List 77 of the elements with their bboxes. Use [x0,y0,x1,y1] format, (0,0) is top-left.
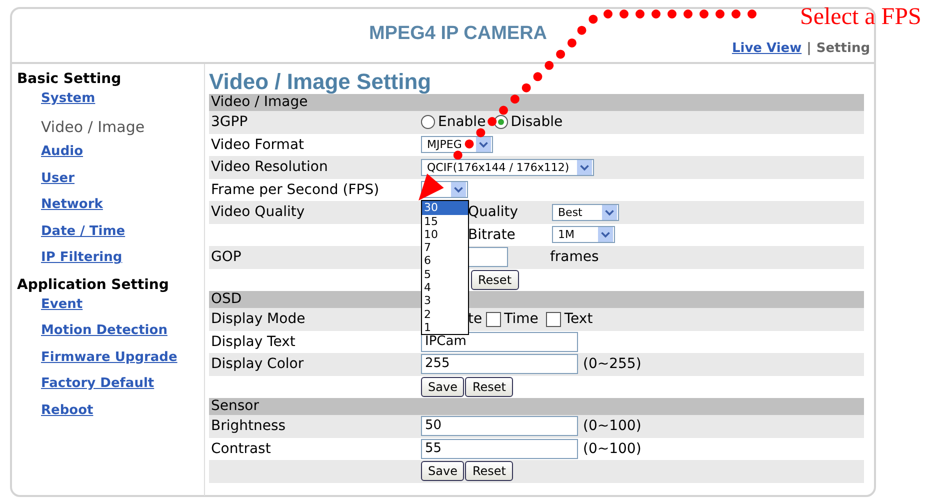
field-label: Display Mode [211,311,306,328]
separator: | [806,41,812,56]
chevron-down-icon [598,227,613,242]
page-title: MPEG4 IP CAMERA [368,22,548,44]
sidebar-link[interactable]: Factory Default [41,376,154,402]
field-label: Video Format [211,136,304,153]
field-label: Video Resolution [211,159,328,176]
dropdown-option[interactable]: 2 [422,308,468,321]
radio-label: Disable [510,114,563,130]
sidebar-link[interactable]: IP Filtering [41,250,122,276]
radio-button[interactable] [421,115,435,130]
unit-label: frames [550,249,599,266]
form-button[interactable]: Save [421,376,464,397]
annotation-text: Select a FPS [800,4,922,31]
range-hint: (0~100) [583,440,642,457]
dropdown-option[interactable]: 6 [422,254,468,268]
field-label: Frame per Second (FPS) [211,182,380,198]
sidebar-link[interactable]: Date / Time [41,224,126,250]
sidebar-heading: Basic Setting [17,71,122,89]
field-label: Bitrate [468,226,516,243]
sidebar-link[interactable]: User [41,170,75,197]
field-label: Contrast [211,440,271,457]
dropdown-option[interactable]: 4 [422,281,468,294]
chevron-down-icon [577,160,592,175]
field-label: Brightness [211,418,286,434]
checkbox-label: Text [564,311,593,328]
field-label: Display Color [211,356,304,372]
gop-field[interactable] [468,247,508,268]
sidebar-link[interactable]: System [41,91,96,118]
sidebar-link[interactable]: Event [41,296,83,323]
range-hint: (0~100) [583,418,642,434]
dropdown-option[interactable]: 7 [422,241,468,254]
sidebar-link[interactable]: Reboot [41,402,94,429]
field-label: Display Text [211,334,296,350]
text-field[interactable]: IPCam [421,332,578,352]
dropdown-option[interactable]: 5 [422,268,468,282]
field-label: 3GPP [211,114,248,130]
section-header: Video / Image [209,94,864,111]
sidebar-link[interactable]: Motion Detection [41,323,168,350]
field-label: Video Quality [211,204,305,220]
dropdown-option[interactable]: 30 [422,201,468,215]
text-field[interactable]: 255 [421,354,578,374]
select-box[interactable]: Best [552,204,620,221]
checkbox[interactable] [546,312,562,327]
text-field[interactable]: 50 [421,416,578,436]
dropdown-option[interactable]: 3 [422,294,468,308]
range-hint: (0~255) [583,356,642,372]
radio-label: Enable [438,114,486,130]
dropdown-option[interactable]: 10 [422,228,468,242]
sidebar-heading: Application Setting [17,276,170,294]
form-button[interactable]: Reset [471,270,519,290]
sidebar-link[interactable]: Video / Image [41,118,145,144]
chevron-down-icon [476,137,491,152]
sidebar-link[interactable]: Firmware Upgrade [41,350,178,376]
form-button[interactable]: Reset [465,376,513,397]
sidebar-link[interactable]: Audio [41,144,84,170]
text-field[interactable]: 55 [421,438,578,459]
nav-link[interactable]: Live View [732,41,802,56]
checkbox-label: Time [504,311,538,328]
checkbox[interactable] [486,312,502,327]
section-header: Sensor [209,398,864,415]
radio-button[interactable] [494,115,508,130]
select-box[interactable]: MJPEG [421,136,493,154]
nav-link[interactable]: Setting [816,41,870,56]
chevron-down-icon [451,182,466,198]
option-label: te [468,311,482,328]
field-label: Quality [468,204,520,220]
field-label: GOP [211,249,242,266]
dropdown-option[interactable]: 15 [422,214,468,228]
section-title: Video / Image Setting [209,69,432,94]
select-box[interactable]: QCIF(176x144 / 176x112) [421,158,594,176]
form-button[interactable]: Reset [465,461,513,482]
form-button[interactable]: Save [421,461,464,482]
dropdown-option[interactable]: 1 [422,320,468,334]
chevron-down-icon [602,204,618,220]
select-box[interactable]: 1M [552,226,615,244]
sidebar-link[interactable]: Network [41,197,103,224]
